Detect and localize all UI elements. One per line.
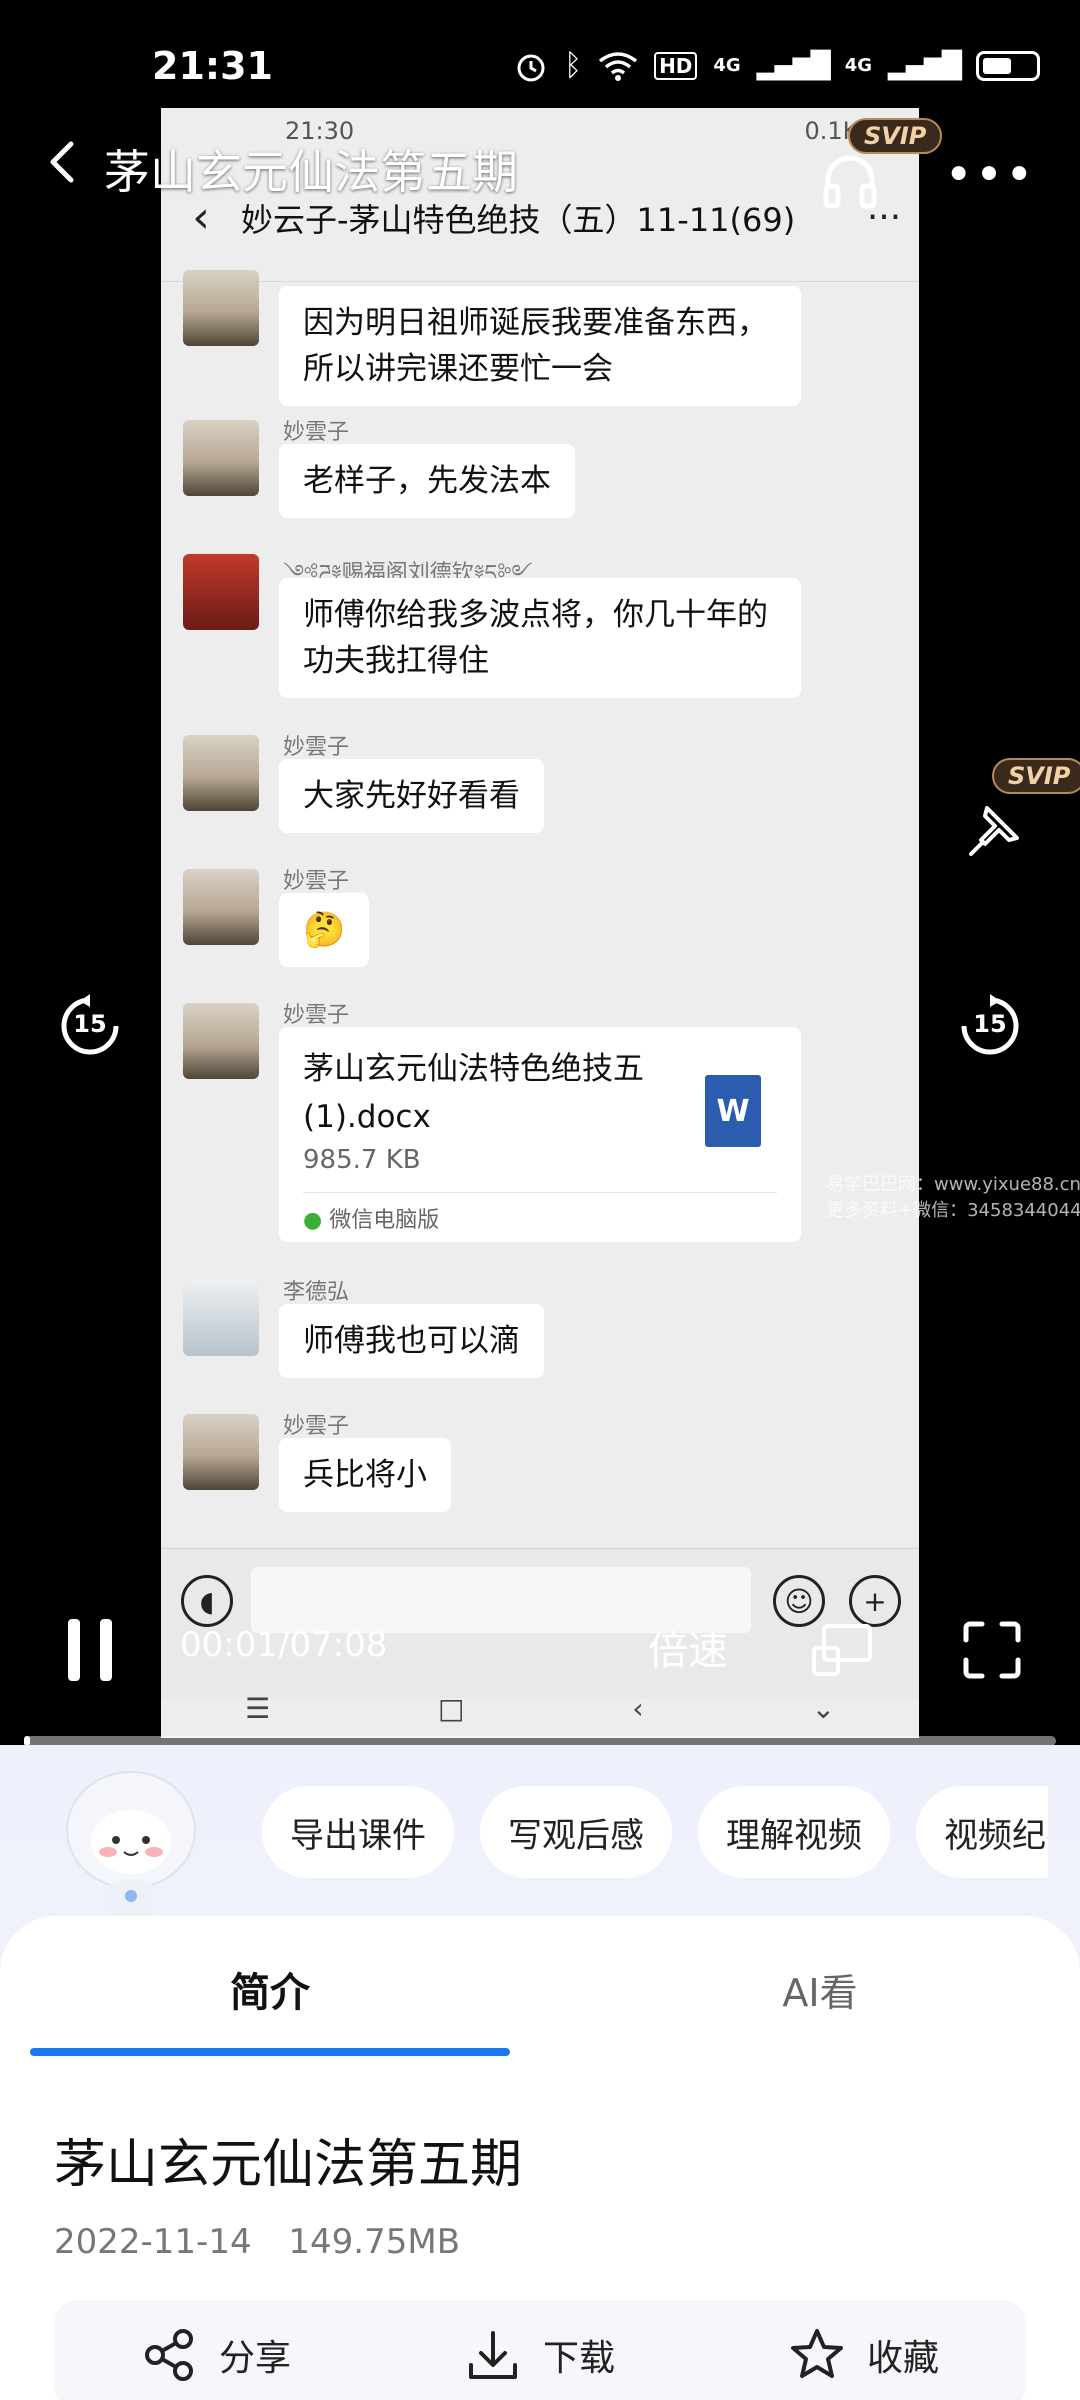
- pause-button[interactable]: [50, 1610, 130, 1690]
- more-button[interactable]: •••: [945, 140, 1034, 210]
- watermark: 易学巴巴网：www.yixue88.cn 更多资料+微信：3458344044: [826, 1172, 1080, 1224]
- video-meta: 2022-11-14 149.75MB: [54, 2222, 486, 2262]
- rewind-label: 15: [73, 1010, 107, 1038]
- avatar: [183, 1003, 259, 1079]
- sender-name: 李德弘: [283, 1280, 350, 1305]
- tab-indicator: [30, 2048, 510, 2056]
- video-player[interactable]: 21:30 0.1K/s ‹ 妙云子-茅山特色绝技（五）11-11(69) ··…: [0, 0, 1080, 1746]
- ai-mascot[interactable]: [50, 1758, 212, 1920]
- alarm-icon: [517, 54, 545, 81]
- chip-export-courseware[interactable]: 导出课件: [262, 1786, 454, 1878]
- star-icon: [790, 2329, 843, 2378]
- favorite-label: 收藏: [866, 2338, 939, 2379]
- message-bubble: 兵比将小: [279, 1438, 451, 1512]
- chip-understand-video[interactable]: 理解视频: [698, 1786, 890, 1878]
- avatar: [183, 420, 259, 496]
- watermark-line: 易学巴巴网：www.yixue88.cn: [826, 1174, 1080, 1195]
- rewind-15-button[interactable]: 15: [54, 990, 126, 1062]
- signal-icon-2: ▂▄▆█: [888, 50, 962, 81]
- headphones-icon: [823, 155, 877, 209]
- network-4g-label: 4G: [713, 55, 741, 76]
- download-button[interactable]: 下载: [465, 2327, 615, 2383]
- sender-name: 妙雲子: [283, 1003, 350, 1028]
- pause-icon: [68, 1619, 112, 1681]
- speed-button[interactable]: 倍速: [648, 1618, 728, 1676]
- down-icon: ⌄: [811, 1691, 836, 1725]
- fullscreen-icon: [963, 1621, 1021, 1679]
- forward-label: 15: [973, 1010, 1007, 1038]
- file-source: ● 微信电脑版: [303, 1202, 439, 1234]
- pin-icon: [969, 806, 1019, 856]
- message-bubble: 师傅你给我多波点将，你几十年的功夫我扛得住: [279, 578, 801, 698]
- avatar: [183, 735, 259, 811]
- voice-icon: ◖: [181, 1575, 233, 1627]
- divider: [303, 1192, 777, 1193]
- wechat-icon: ●: [303, 1208, 323, 1233]
- watermark-line: 更多资料+微信：3458344044: [826, 1200, 1080, 1221]
- more-dots-icon: •••: [944, 147, 1036, 203]
- emoji-bubble: 🤔: [279, 893, 370, 967]
- message-bubble: 老样子，先发法本: [279, 444, 575, 518]
- avatar: [183, 1280, 259, 1356]
- ai-chips-row: 导出课件 写观后感 理解视频 视频纪要: [262, 1786, 1048, 1878]
- status-icons: ᛒ HD 4G ▂▄▆█ 4G ▂▄▆█: [514, 48, 1040, 83]
- sender-name: 妙雲子: [283, 420, 350, 445]
- video-title: 茅山玄元仙法第五期: [104, 145, 518, 199]
- message-bubble: 因为明日祖师诞辰我要准备东西，所以讲完课还要忙一会: [279, 286, 801, 406]
- sender-name: 妙雲子: [283, 1414, 350, 1439]
- download-icon: [468, 2331, 517, 2379]
- back-button[interactable]: [30, 130, 94, 194]
- file-size: 985.7 KB: [303, 1145, 421, 1175]
- forward-15-button[interactable]: 15: [954, 990, 1026, 1062]
- avatar: [183, 270, 259, 346]
- menu-icon: ☰: [244, 1691, 271, 1725]
- message-bubble: 大家先好好看看: [279, 759, 544, 833]
- share-icon: [144, 2329, 193, 2381]
- network-4g-label-2: 4G: [844, 55, 873, 76]
- pin-button[interactable]: [955, 790, 1035, 870]
- svip-badge-pin: SVIP: [992, 758, 1080, 794]
- chip-video-summary[interactable]: 视频纪要: [916, 1786, 1048, 1878]
- wifi-icon: [598, 51, 638, 81]
- screen: 21:30 0.1K/s ‹ 妙云子-茅山特色绝技（五）11-11(69) ··…: [0, 0, 1080, 2400]
- file-source-label: 微信电脑版: [329, 1208, 440, 1233]
- chip-write-review[interactable]: 写观后感: [480, 1786, 672, 1878]
- upload-date: 2022-11-14: [54, 2222, 252, 2262]
- avatar: [183, 1414, 259, 1490]
- inner-nav-bar: ☰ □ ‹ ⌄: [161, 1678, 919, 1738]
- back-icon: ‹: [632, 1691, 644, 1725]
- avatar: [183, 869, 259, 945]
- video-info-title: 茅山玄元仙法第五期: [54, 2135, 523, 2195]
- bluetooth-icon: ᛒ: [564, 48, 583, 83]
- tab-intro[interactable]: 简介: [30, 1960, 510, 2018]
- sender-name: 妙雲子: [283, 735, 350, 760]
- video-frame: 21:30 0.1K/s ‹ 妙云子-茅山特色绝技（五）11-11(69) ··…: [161, 108, 919, 1738]
- battery-icon: [976, 50, 1040, 81]
- status-time: 21:31: [152, 44, 273, 88]
- share-label: 分享: [218, 2338, 291, 2379]
- screen-cast-button[interactable]: [806, 1618, 878, 1682]
- tab-ai-watch[interactable]: AI看: [580, 1962, 1060, 2017]
- action-bar: 分享 下载 收藏: [54, 2300, 1026, 2400]
- cast-icon: [812, 1624, 872, 1676]
- hd-badge: HD: [654, 51, 698, 80]
- signal-icon: ▂▄▆█: [756, 50, 831, 81]
- file-size: 149.75MB: [288, 2222, 461, 2262]
- battery-fill: [983, 57, 1011, 74]
- avatar: [183, 554, 259, 630]
- mascot-icon: [66, 1771, 196, 1920]
- sender-name: 妙雲子: [283, 869, 350, 894]
- svip-badge: SVIP: [848, 118, 943, 154]
- time-display: 00:01/07:08: [180, 1625, 388, 1665]
- file-card: 茅山玄元仙法特色绝技五(1).docx 985.7 KB W ● 微信电脑版: [279, 1027, 801, 1242]
- favorite-button[interactable]: 收藏: [789, 2327, 939, 2383]
- word-file-icon: W: [705, 1075, 761, 1147]
- fullscreen-button[interactable]: [956, 1614, 1028, 1686]
- share-button[interactable]: 分享: [141, 2327, 291, 2383]
- home-icon: □: [438, 1691, 465, 1725]
- download-label: 下载: [542, 2338, 615, 2379]
- message-bubble: 师傅我也可以滴: [279, 1304, 544, 1378]
- back-arrow-icon: [50, 141, 74, 183]
- file-name: 茅山玄元仙法特色绝技五(1).docx: [303, 1051, 644, 1135]
